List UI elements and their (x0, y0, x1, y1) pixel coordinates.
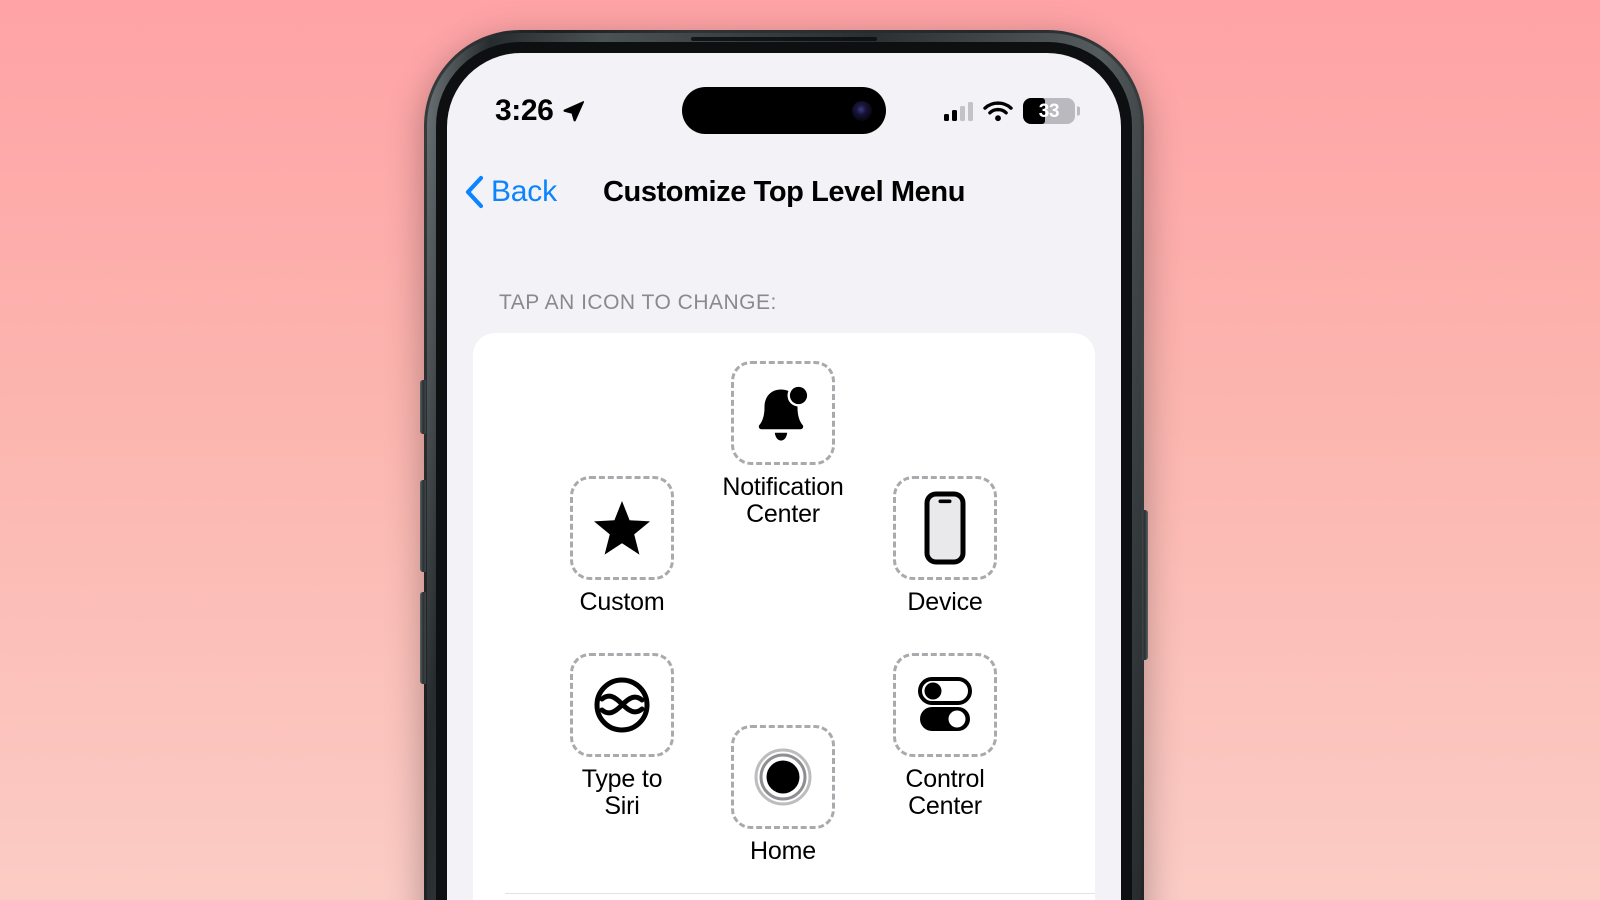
star-icon (594, 501, 650, 555)
back-button-label: Back (491, 175, 557, 208)
wifi-icon (983, 101, 1013, 122)
icon-label-notification-center: Notification Center (722, 473, 844, 528)
cellular-bars-icon (944, 101, 973, 121)
icon-item-control-center[interactable]: Control Center (865, 653, 1025, 820)
icon-item-home[interactable]: Home (703, 725, 863, 865)
icon-item-custom[interactable]: Custom (542, 476, 702, 616)
icon-tile-control-center[interactable] (893, 653, 997, 757)
icon-tile-home[interactable] (731, 725, 835, 829)
top-speaker-slit (691, 37, 877, 41)
battery-cap (1077, 106, 1080, 116)
toggles-icon (918, 677, 972, 731)
icon-label-control-center: Control Center (905, 765, 985, 820)
iphone-icon (924, 491, 966, 565)
battery-icon: 33 (1023, 98, 1080, 124)
icon-tile-notification-center[interactable] (731, 361, 835, 465)
icon-tile-custom[interactable] (570, 476, 674, 580)
chevron-left-icon (465, 175, 484, 209)
phone-screen: 3:26 33 Back Customize Top Level Menu TA… (447, 53, 1121, 900)
action-button[interactable] (420, 380, 426, 434)
volume-up-button[interactable] (420, 480, 426, 572)
icon-item-notification-center[interactable]: Notification Center (703, 361, 863, 528)
battery-percent-label: 33 (1038, 100, 1060, 122)
bell-badge-icon (758, 384, 810, 441)
icon-item-type-to-siri[interactable]: Type to Siri (542, 653, 702, 820)
section-header: TAP AN ICON TO CHANGE: (499, 291, 777, 314)
status-bar-right: 33 (944, 98, 1080, 124)
location-arrow-icon (563, 101, 585, 122)
siri-swirl-icon (594, 677, 650, 733)
icon-grid: Notification Center Custom Device Type t… (473, 333, 1095, 873)
icon-label-home: Home (750, 837, 816, 865)
icon-label-type-to-siri: Type to Siri (581, 765, 663, 820)
icon-item-device[interactable]: Device (865, 476, 1025, 616)
dynamic-island[interactable] (682, 87, 886, 134)
volume-down-button[interactable] (420, 592, 426, 684)
power-button[interactable] (1142, 510, 1148, 660)
home-button-icon (754, 748, 812, 806)
front-camera-lens-icon (852, 100, 872, 121)
phone-device-frame: 3:26 33 Back Customize Top Level Menu TA… (420, 30, 1148, 900)
back-button[interactable]: Back (463, 175, 557, 209)
icon-tile-device[interactable] (893, 476, 997, 580)
status-time: 3:26 (495, 94, 554, 127)
icon-label-device: Device (907, 588, 983, 616)
status-bar-left: 3:26 (495, 96, 586, 126)
navigation-bar: Back Customize Top Level Menu (447, 161, 1121, 223)
icon-grid-card: Notification Center Custom Device Type t… (473, 333, 1095, 900)
icon-tile-type-to-siri[interactable] (570, 653, 674, 757)
card-divider (505, 893, 1095, 894)
icon-label-custom: Custom (579, 588, 665, 616)
